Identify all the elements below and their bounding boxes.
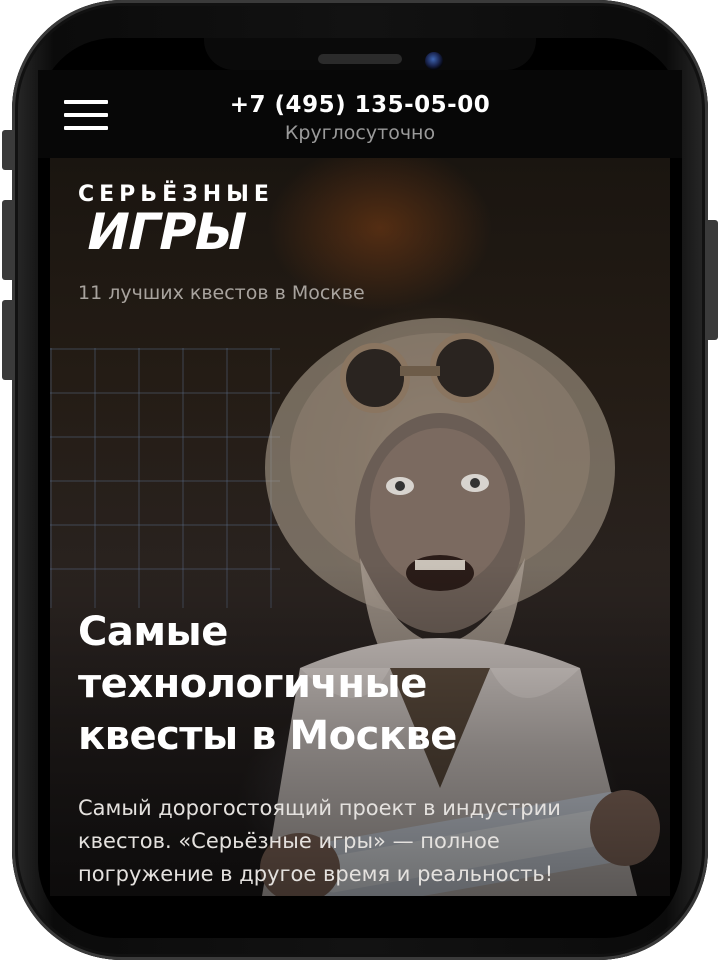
speaker-grille [318, 54, 402, 64]
hero-headline-line: квесты в Москве [78, 713, 457, 759]
hero-headline: Самые технологичные квесты в Москве [78, 606, 638, 762]
phone-side-button [708, 220, 718, 340]
hero-overlay [50, 158, 670, 896]
brand-logo[interactable]: СЕРЬЁЗНЫЕ ИГРЫ [78, 184, 288, 262]
phone-side-button [2, 300, 12, 380]
phone-mockup: +7 (495) 135-05-00 Круглосуточно СЕРЬЁЗН… [0, 0, 720, 960]
hero-headline-line: Самые [78, 609, 228, 655]
header-phone-link[interactable]: +7 (495) 135-05-00 [38, 92, 682, 118]
phone-side-button [2, 130, 12, 170]
front-camera-icon [425, 52, 443, 70]
hero-headline-line: технологичные [78, 661, 427, 707]
logo-bottom-text: ИГРЫ [81, 203, 252, 261]
hero-lead-text: Самый дорогостоящий проект в индустрии к… [78, 796, 561, 886]
brand-tagline: 11 лучших квестов в Москве [78, 282, 365, 304]
hero-section: СЕРЬЁЗНЫЕ ИГРЫ 11 лучших квестов в Москв… [50, 158, 670, 896]
header-hours-text: Круглосуточно [284, 122, 436, 144]
phone-side-button [2, 200, 12, 280]
site-header: +7 (495) 135-05-00 Круглосуточно [38, 70, 682, 158]
